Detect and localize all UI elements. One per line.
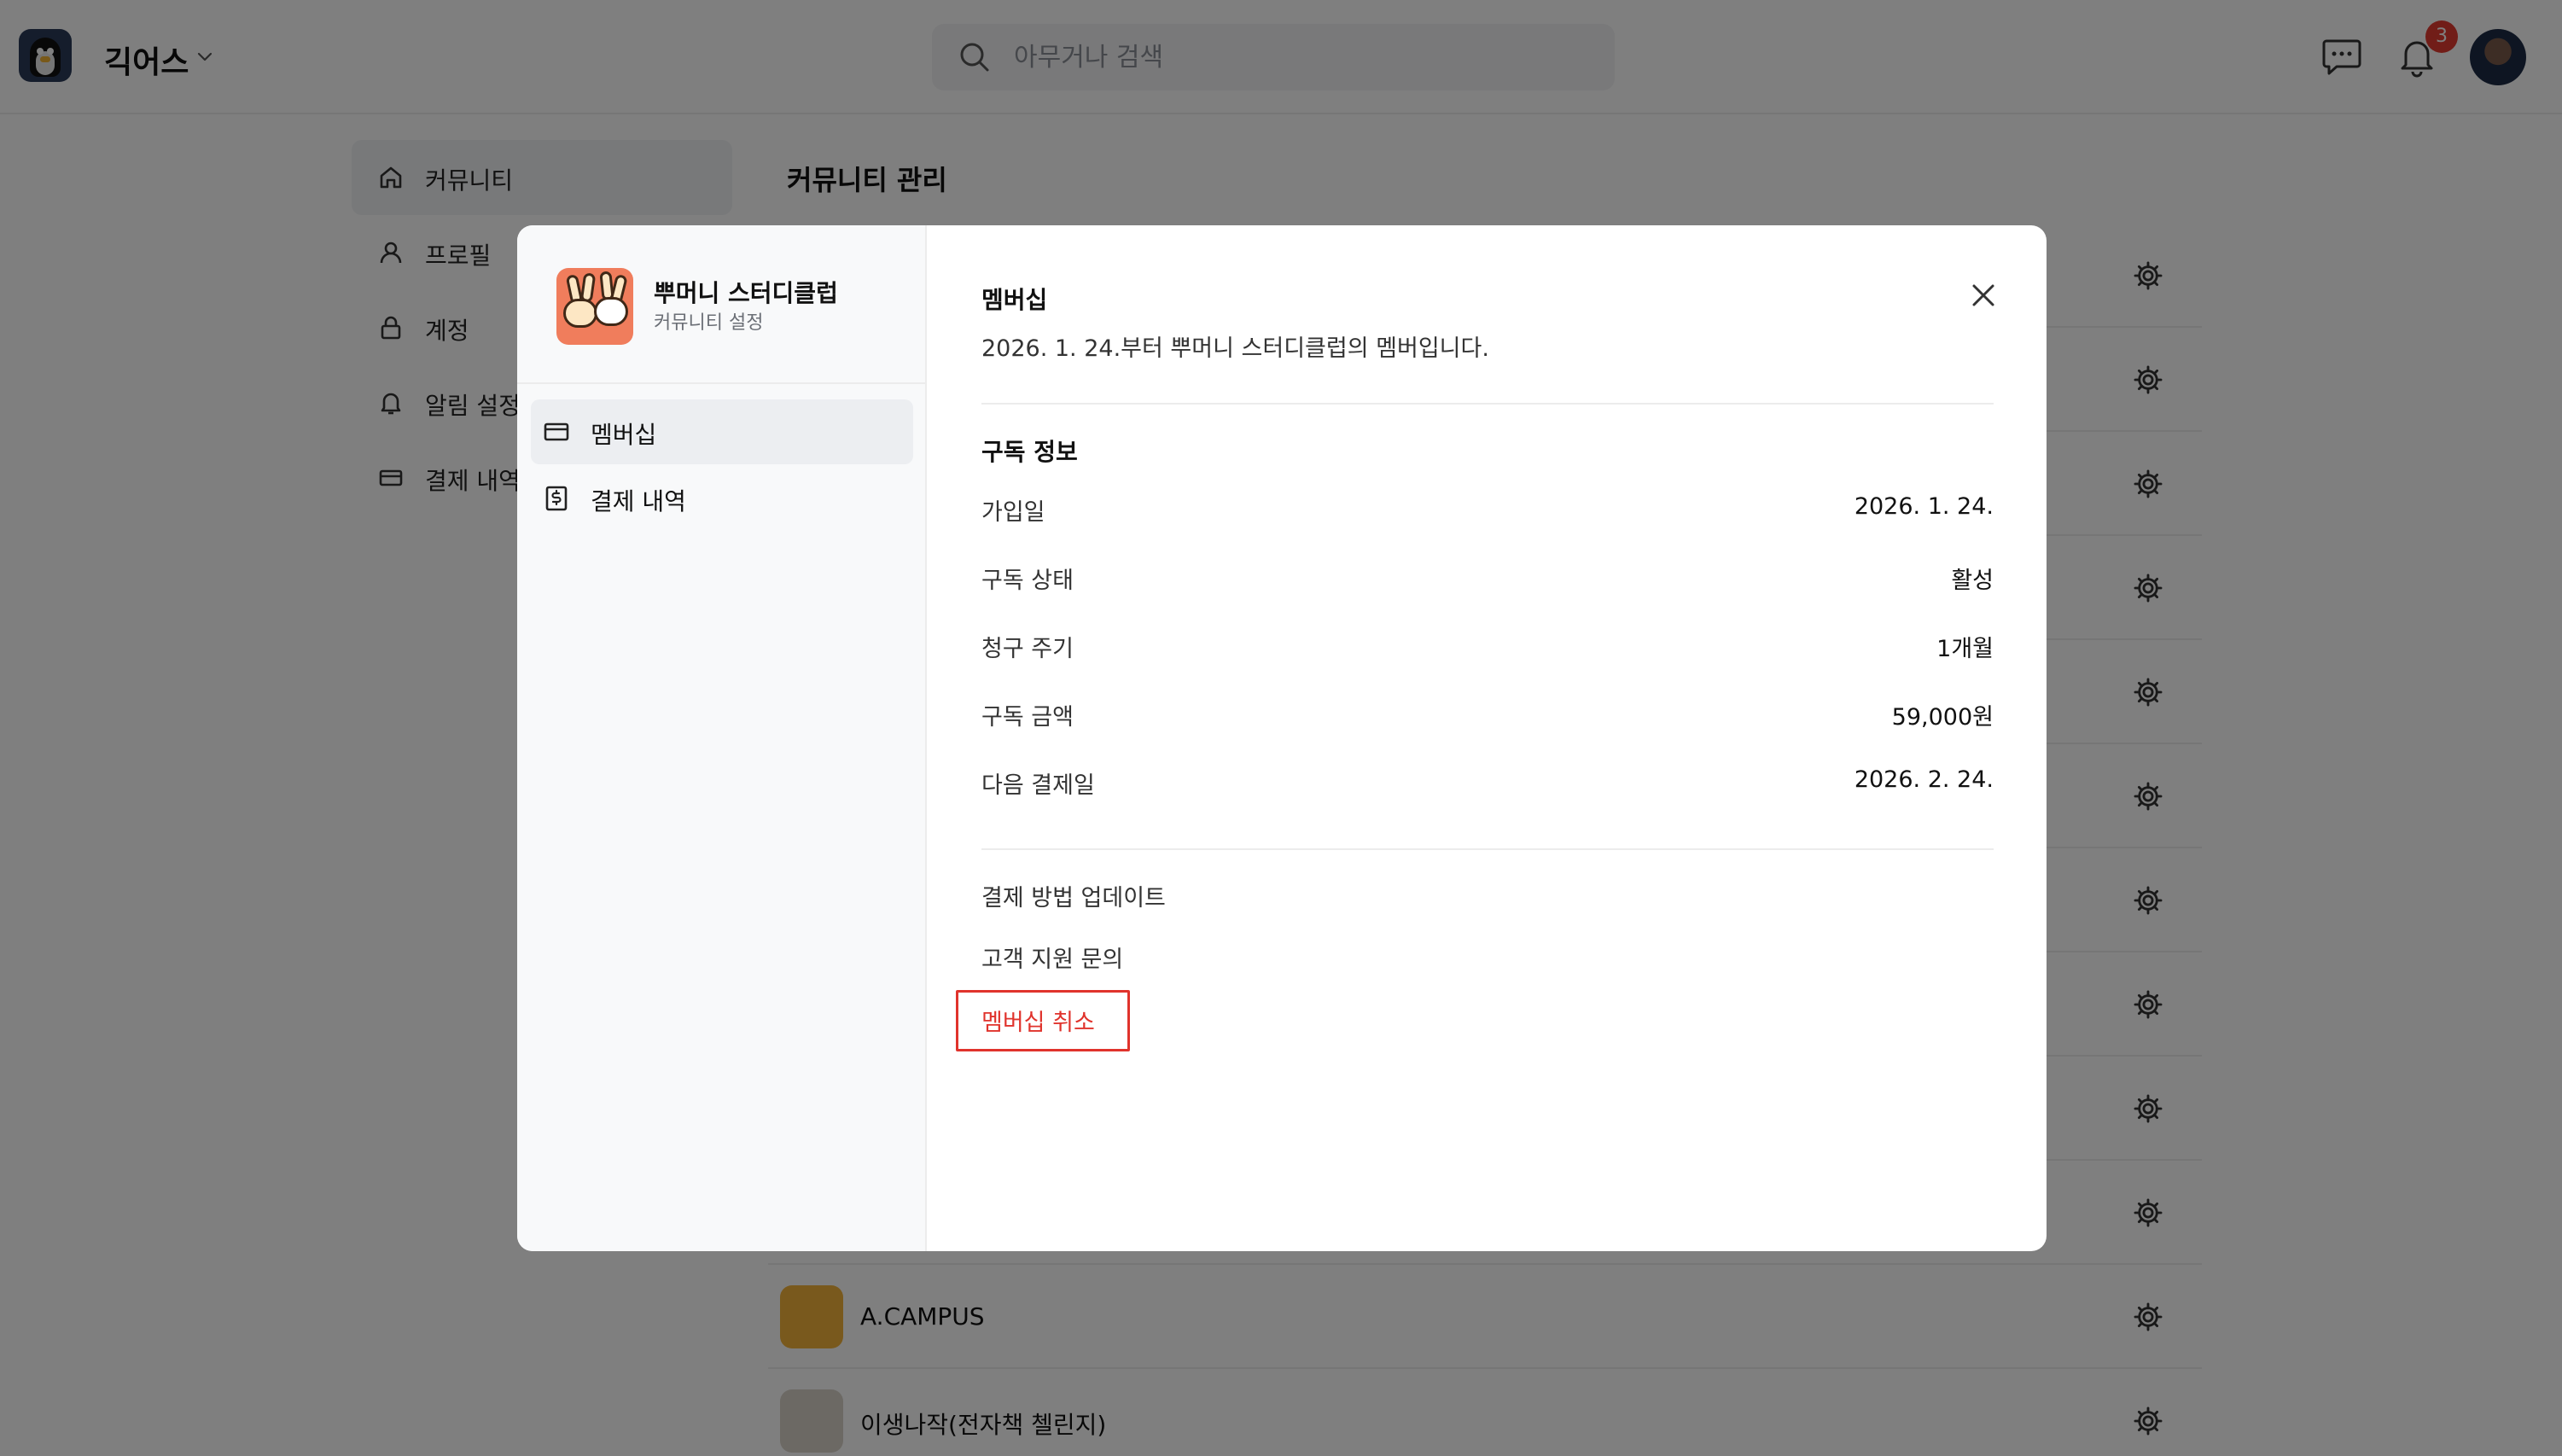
modal-nav: 멤버십 결제 내역 (531, 399, 913, 533)
info-key: 구독 금액 (981, 704, 1074, 731)
community-header: 뿌머니 스터디클럽 커뮤니티 설정 (517, 225, 927, 384)
nav-item-label: 결제 내역 (591, 487, 686, 515)
divider (981, 403, 1994, 405)
info-row-amount: 구독 금액 59,000원 (981, 695, 1994, 732)
close-icon[interactable] (1965, 277, 2002, 314)
section-title: 구독 정보 (981, 438, 1078, 466)
membership-description: 2026. 1. 24.부터 뿌머니 스터디클럽의 멤버입니다. (981, 335, 1489, 362)
info-row-status: 구독 상태 활성 (981, 558, 1994, 596)
divider (981, 848, 1994, 850)
modal-sidebar: 뿌머니 스터디클럽 커뮤니티 설정 멤버십 결제 내역 (517, 225, 927, 1251)
nav-item-payment-history[interactable]: 결제 내역 (531, 466, 913, 531)
info-row-billing-cycle: 청구 주기 1개월 (981, 626, 1994, 664)
info-value: 59,000원 (1891, 704, 1994, 731)
membership-panel: 멤버십 2026. 1. 24.부터 뿌머니 스터디클럽의 멤버입니다. 구독 … (927, 225, 2047, 1251)
card-icon (544, 422, 569, 441)
community-logo (556, 268, 633, 345)
nav-item-membership[interactable]: 멤버십 (531, 399, 913, 464)
info-key: 다음 결제일 (981, 772, 1095, 799)
info-value: 2026. 1. 24. (1854, 493, 1994, 520)
info-value: 활성 (1951, 568, 1994, 594)
support-link[interactable]: 고객 지원 문의 (981, 941, 1123, 974)
community-subtitle: 커뮤니티 설정 (654, 312, 764, 334)
info-key: 구독 상태 (981, 568, 1074, 594)
info-key: 가입일 (981, 499, 1045, 526)
update-payment-link[interactable]: 결제 방법 업데이트 (981, 879, 1166, 912)
receipt-dollar-icon (545, 486, 568, 511)
info-key: 청구 주기 (981, 636, 1074, 662)
cancel-membership-button[interactable]: 멤버십 취소 (981, 1004, 1095, 1037)
panel-title: 멤버십 (981, 286, 1048, 314)
info-row-next-payment: 다음 결제일 2026. 2. 24. (981, 763, 1994, 801)
info-row-join-date: 가입일 2026. 1. 24. (981, 490, 1994, 527)
community-name: 뿌머니 스터디클럽 (654, 279, 838, 307)
community-settings-modal: 뿌머니 스터디클럽 커뮤니티 설정 멤버십 결제 내역 멤버십 2026. 1.… (517, 225, 2047, 1251)
info-value: 1개월 (1936, 636, 1994, 662)
nav-item-label: 멤버십 (591, 421, 657, 449)
info-value: 2026. 2. 24. (1854, 766, 1994, 793)
